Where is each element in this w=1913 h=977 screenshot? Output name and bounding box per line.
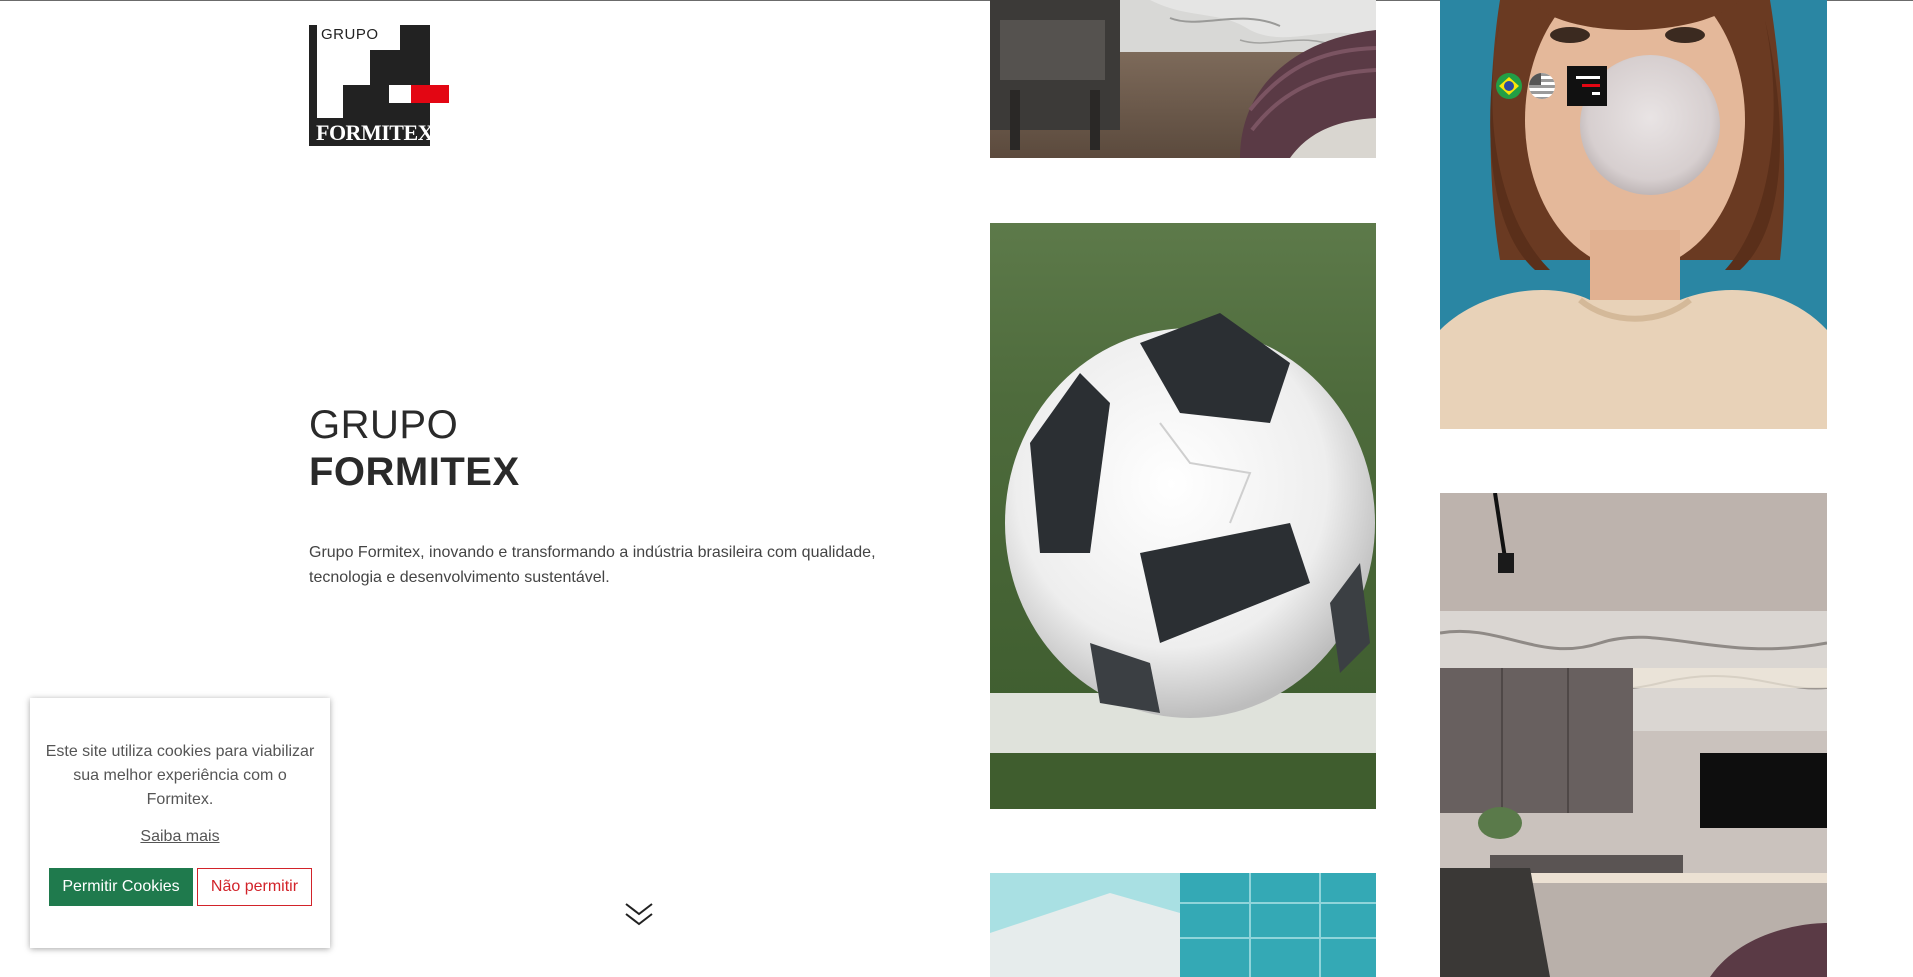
menu-icon[interactable] [1567, 66, 1607, 106]
deny-cookies-button[interactable]: Não permitir [197, 868, 312, 906]
photo-soccer-ball[interactable] [990, 223, 1376, 809]
learn-more-link[interactable]: Saiba mais [30, 828, 330, 846]
logo-white-square [389, 85, 411, 103]
hero-description: Grupo Formitex, inovando e transformando… [309, 544, 876, 586]
menu-bar [1576, 76, 1600, 79]
hero-title-bold: FORMITEX [309, 450, 520, 494]
cookie-banner: Este site utiliza cookies para viabiliza… [30, 698, 330, 948]
logo-shape [400, 25, 430, 50]
usa-flag-icon[interactable] [1529, 73, 1555, 99]
logo-shape [370, 50, 430, 85]
photo-bedroom[interactable] [990, 0, 1376, 158]
logo-bottom-word: FORMITEX [316, 120, 434, 145]
allow-cookies-button[interactable]: Permitir Cookies [49, 868, 193, 906]
photo-building[interactable] [990, 873, 1376, 977]
logo-red-bar [411, 85, 449, 103]
hero-title-light: GRUPO [309, 403, 459, 447]
photo-living-room[interactable] [1440, 493, 1827, 977]
menu-bar [1592, 92, 1600, 95]
brazil-flag-icon[interactable] [1496, 73, 1522, 99]
cookie-message: Este site utiliza cookies para viabiliza… [45, 743, 315, 808]
logo-top-word: GRUPO [321, 26, 379, 43]
chevron-double-down-icon[interactable] [623, 900, 655, 930]
formitex-logo[interactable]: GRUPO FORMITEX [309, 25, 449, 146]
photo-woman-bubblegum[interactable] [1440, 0, 1827, 429]
menu-bar [1582, 84, 1600, 87]
